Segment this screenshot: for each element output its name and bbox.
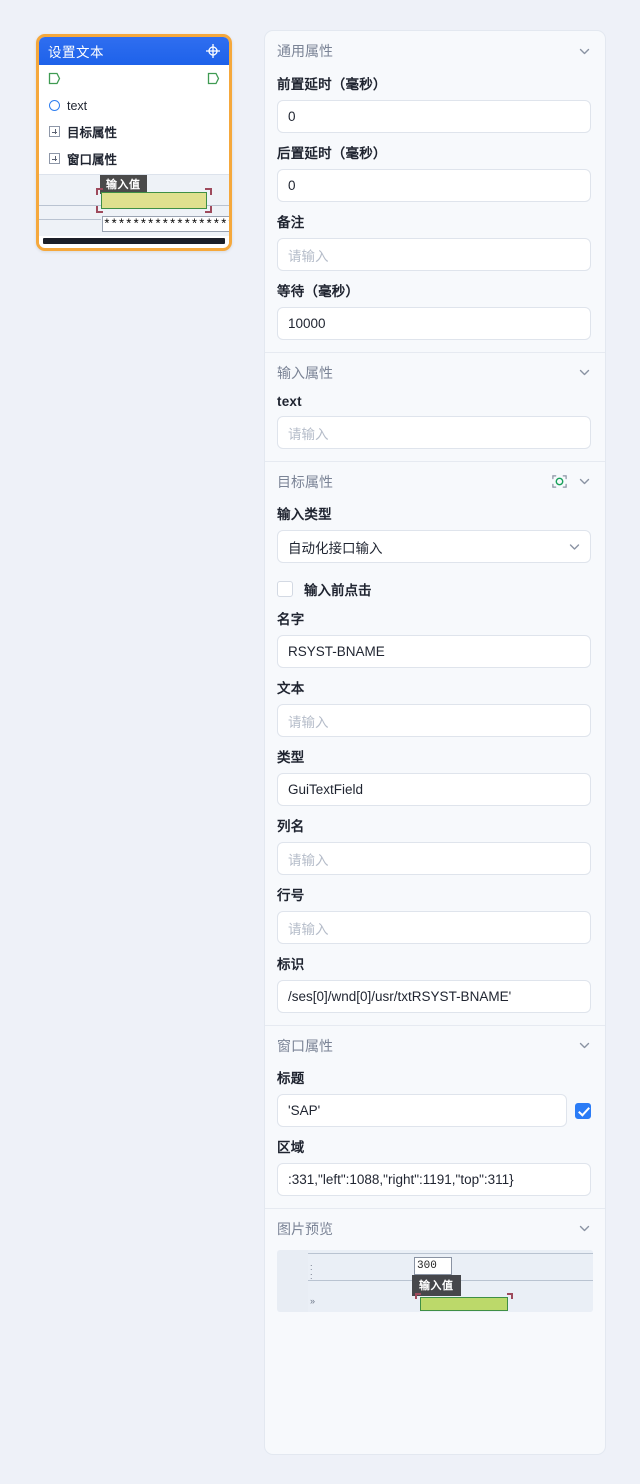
preview-hline	[308, 1253, 593, 1254]
checkbox-label: 输入前点击	[304, 583, 372, 598]
section-title: 输入属性	[277, 364, 333, 381]
image-preview[interactable]: : : » 300 输入值	[277, 1250, 593, 1312]
node-screenshot-thumbnail: 输入值 *********************	[39, 174, 229, 236]
thumb-hline	[39, 219, 101, 220]
column-input[interactable]: 请输入	[277, 842, 591, 875]
section-header-image-preview[interactable]: 图片预览	[265, 1208, 605, 1248]
circle-output-icon	[49, 100, 60, 111]
section-header-target[interactable]: 目标属性	[265, 461, 605, 501]
chevron-down-icon[interactable]	[578, 366, 591, 379]
field-label: 列名	[277, 819, 305, 834]
section-title: 通用属性	[277, 43, 333, 59]
field-label: text	[277, 394, 302, 409]
text-input[interactable]: 请输入	[277, 416, 591, 449]
checkbox-row-click-before-input[interactable]: 输入前点击	[265, 572, 605, 606]
field-label: 等待（毫秒）	[277, 284, 360, 299]
field-column: 列名 请输入	[265, 815, 605, 875]
node-body: text 目标属性 窗口属性 输入值 *********************	[39, 65, 229, 244]
expand-plus-icon[interactable]	[49, 126, 60, 137]
field-text: text 请输入	[265, 394, 605, 449]
thumb-selection-brackets	[96, 188, 212, 213]
field-label: 标识	[277, 957, 305, 972]
remark-input[interactable]: 请输入	[277, 238, 591, 271]
field-label: 备注	[277, 215, 305, 230]
field-type: 类型 GuiTextField	[265, 746, 605, 806]
screen-capture-icon[interactable]	[551, 473, 568, 490]
chevron-down-icon[interactable]	[578, 1039, 591, 1052]
field-label: 类型	[277, 750, 305, 765]
section-header-window[interactable]: 窗口属性	[265, 1025, 605, 1065]
flow-node-set-text[interactable]: 设置文本 text 目标属性 窗口属性 输入值 ****************…	[36, 34, 232, 251]
node-header[interactable]: 设置文本	[39, 37, 229, 65]
field-label: 文本	[277, 681, 305, 696]
chevron-down-icon[interactable]	[578, 45, 591, 58]
port-left-icon[interactable]	[48, 72, 61, 85]
input-type-select[interactable]: 自动化接口输入	[277, 530, 591, 563]
preview-image: : : » 300 输入值	[308, 1250, 593, 1312]
properties-panel: 通用属性 前置延时（毫秒） 0 后置延时（毫秒） 0 备注 请输入 等待（毫秒）…	[264, 30, 606, 1455]
chevron-down-icon[interactable]	[578, 1222, 591, 1235]
field-target-text: 文本 请输入	[265, 677, 605, 737]
click-before-input-checkbox[interactable]	[277, 581, 293, 597]
field-name: 名字 RSYST-BNAME	[265, 608, 605, 668]
field-label: 区域	[277, 1140, 305, 1155]
section-title: 图片预览	[277, 1220, 333, 1237]
field-input-type: 输入类型 自动化接口输入	[265, 503, 605, 563]
preview-input-box: 300	[414, 1257, 452, 1275]
region-input[interactable]: :331,"left":1088,"right":1191,"top":311}	[277, 1163, 591, 1196]
thumb-password-field: *********************	[102, 216, 229, 232]
section-header-input[interactable]: 输入属性	[265, 352, 605, 392]
port-right-icon[interactable]	[207, 72, 220, 85]
section-title: 窗口属性	[277, 1037, 333, 1054]
node-row-label: text	[67, 98, 88, 113]
target-text-input[interactable]: 请输入	[277, 704, 591, 737]
identifier-input[interactable]: /ses[0]/wnd[0]/usr/txtRSYST-BNAME'	[277, 980, 591, 1013]
node-title: 设置文本	[48, 45, 104, 60]
preview-selection-brackets	[415, 1293, 513, 1312]
wait-input[interactable]: 10000	[277, 307, 591, 340]
field-remark: 备注 请输入	[265, 211, 605, 271]
node-row-target-props[interactable]: 目标属性	[39, 118, 229, 145]
window-title-enabled-checkbox[interactable]	[575, 1102, 591, 1119]
field-wait: 等待（毫秒） 10000	[265, 280, 605, 340]
preview-dot: :	[310, 1271, 313, 1281]
field-label: 前置延时（毫秒）	[277, 77, 387, 92]
section-header-general[interactable]: 通用属性	[265, 31, 605, 71]
node-port-row	[39, 65, 229, 91]
section-title: 目标属性	[277, 473, 333, 490]
crosshair-target-icon[interactable]	[205, 43, 221, 59]
field-row-number: 行号 请输入	[265, 884, 605, 944]
pre-delay-input[interactable]: 0	[277, 100, 591, 133]
name-input[interactable]: RSYST-BNAME	[277, 635, 591, 668]
field-post-delay: 后置延时（毫秒） 0	[265, 142, 605, 202]
chevron-down-icon[interactable]	[578, 475, 591, 488]
type-input[interactable]: GuiTextField	[277, 773, 591, 806]
node-row-window-props[interactable]: 窗口属性	[39, 145, 229, 172]
field-pre-delay: 前置延时（毫秒） 0	[265, 73, 605, 133]
field-label: 标题	[277, 1071, 305, 1086]
field-label: 输入类型	[277, 507, 332, 522]
expand-plus-icon[interactable]	[49, 153, 60, 164]
field-label: 行号	[277, 888, 305, 903]
preview-dot: »	[310, 1296, 316, 1306]
node-row-label: 目标属性	[67, 126, 118, 140]
node-footer-bar	[43, 238, 225, 244]
row-number-input[interactable]: 请输入	[277, 911, 591, 944]
node-row-label: 窗口属性	[67, 153, 118, 167]
field-window-title: 标题 'SAP'	[265, 1067, 605, 1127]
field-identifier: 标识 /ses[0]/wnd[0]/usr/txtRSYST-BNAME'	[265, 953, 605, 1013]
field-label: 名字	[277, 612, 305, 627]
field-label: 后置延时（毫秒）	[277, 146, 387, 161]
window-title-input[interactable]: 'SAP'	[277, 1094, 567, 1127]
post-delay-input[interactable]: 0	[277, 169, 591, 202]
field-region: 区域 :331,"left":1088,"right":1191,"top":3…	[265, 1136, 605, 1196]
node-row-text[interactable]: text	[39, 91, 229, 118]
